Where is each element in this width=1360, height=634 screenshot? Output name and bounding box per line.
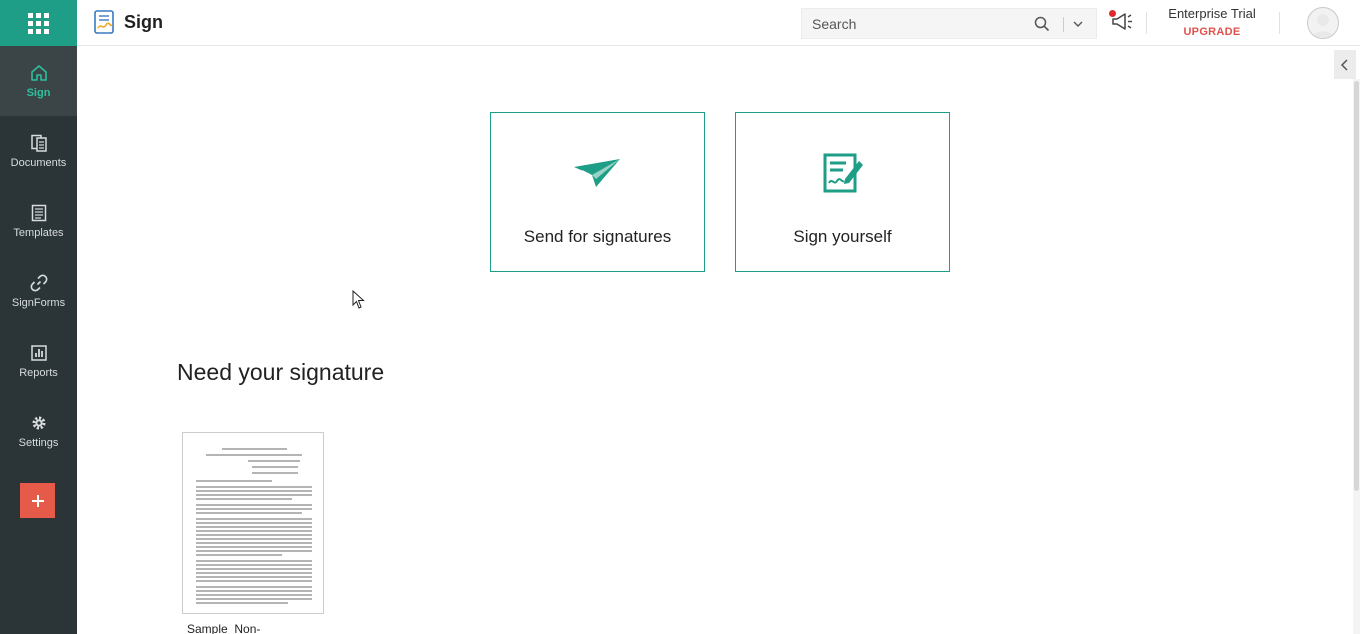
top-bar: Sign Enterprise Trial UPGRADE xyxy=(0,0,1360,46)
documents-icon xyxy=(30,134,47,152)
document-preview-image xyxy=(196,448,312,604)
main-content: Send for signatures Sign yourself Need y… xyxy=(77,46,1360,634)
plus-icon xyxy=(31,494,44,507)
user-icon xyxy=(1312,14,1334,38)
card-label: Send for signatures xyxy=(523,227,672,246)
link-icon xyxy=(30,274,47,292)
scrollbar-thumb[interactable] xyxy=(1354,81,1359,491)
paper-plane-icon xyxy=(573,159,620,187)
sidebar-item-label: Reports xyxy=(19,367,58,379)
sidebar-item-label: Settings xyxy=(18,437,59,449)
templates-icon xyxy=(31,204,46,222)
chevron-left-icon xyxy=(1340,58,1348,71)
sidebar-item-sign[interactable]: Sign xyxy=(0,46,77,116)
sidebar-item-label: Sign xyxy=(26,87,51,99)
app-title: Sign xyxy=(124,11,163,32)
announcements-button[interactable] xyxy=(1108,8,1134,34)
sidebar-item-reports[interactable]: Reports xyxy=(0,326,77,396)
sidebar-item-label: Templates xyxy=(13,227,64,239)
plan-name: Enterprise Trial xyxy=(1168,6,1256,21)
avatar[interactable] xyxy=(1307,7,1339,39)
section-title: Need your signature xyxy=(177,359,385,385)
search-icon[interactable] xyxy=(1034,16,1050,32)
sidebar-item-signforms[interactable]: SignForms xyxy=(0,256,77,326)
notification-dot xyxy=(1109,10,1116,17)
search-divider xyxy=(1063,17,1064,32)
scrollbar[interactable] xyxy=(1353,79,1360,634)
plan-info: Enterprise Trial UPGRADE xyxy=(1160,6,1264,38)
sidebar: Sign Documents Templates SignForms Repor… xyxy=(0,46,77,634)
reports-icon xyxy=(30,345,47,361)
sidebar-item-label: Documents xyxy=(10,157,67,169)
mouse-cursor-icon xyxy=(352,290,365,309)
sidebar-item-documents[interactable]: Documents xyxy=(0,116,77,186)
brand[interactable]: Sign xyxy=(94,10,163,34)
sign-yourself-card[interactable]: Sign yourself xyxy=(735,112,950,272)
home-icon xyxy=(30,65,47,81)
chevron-down-icon[interactable] xyxy=(1071,18,1085,30)
upgrade-link[interactable]: UPGRADE xyxy=(1160,26,1264,38)
header-divider xyxy=(1146,12,1147,34)
card-label: Sign yourself xyxy=(793,227,892,246)
search-bar xyxy=(801,8,1097,39)
app-switcher-button[interactable] xyxy=(0,0,77,46)
sign-logo-icon xyxy=(94,10,114,34)
add-button[interactable] xyxy=(20,483,55,518)
send-for-signatures-card[interactable]: Send for signatures xyxy=(490,112,705,272)
sidebar-item-label: SignForms xyxy=(11,297,66,309)
search-input[interactable] xyxy=(802,15,1027,32)
document-thumbnail[interactable] xyxy=(182,432,324,614)
sidebar-item-templates[interactable]: Templates xyxy=(0,186,77,256)
collapse-panel-button[interactable] xyxy=(1334,50,1356,79)
sidebar-item-settings[interactable]: Settings xyxy=(0,396,77,466)
document-name[interactable]: Sample_Non- xyxy=(187,622,260,634)
header-divider xyxy=(1279,12,1280,34)
gear-icon xyxy=(32,416,45,430)
grid-icon xyxy=(28,12,49,34)
sign-document-icon xyxy=(823,153,863,193)
